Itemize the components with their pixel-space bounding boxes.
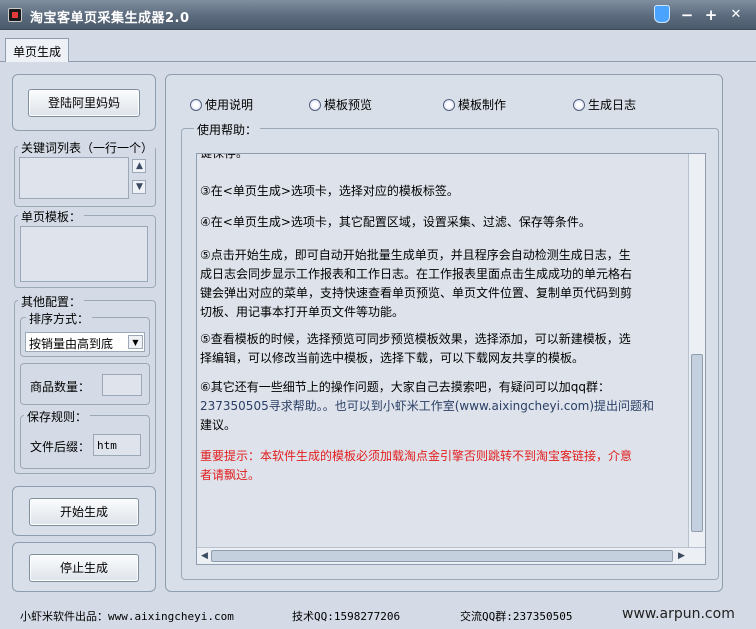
template-group: 单页模板：: [14, 208, 156, 288]
radio-dot-icon: [443, 98, 455, 111]
save-rule-legend: 保存规则：: [24, 408, 91, 425]
sort-selected-value: 按销量由高到底: [29, 337, 114, 351]
watermark-text: www.arpun.com: [622, 606, 735, 622]
warning-line: 重要提示：本软件生成的模板必须加载淘点金引擎否则跳转不到淘宝客链接，介意: [200, 449, 633, 463]
help-line: 择编辑，可以修改当前选中模板，选择下载，可以下载网友共享的模板。: [200, 351, 585, 365]
arrow-up-icon: ▲: [136, 161, 143, 171]
help-line: ⑤查看模板的时候，选择预览可同步预览模板效果，选择添加，可以新建模板，选: [200, 332, 631, 346]
help-legend: 使用帮助：: [194, 121, 261, 138]
help-line: 键会弹出对应的菜单，支持快速查看单页预览、单页文件位置、复制单页代码到剪: [200, 286, 633, 300]
title-bar: 淘宝客单页采集生成器2.0 − + ✕: [0, 0, 756, 30]
help-horizontal-scrollbar[interactable]: ◀ ▶: [197, 547, 705, 564]
quantity-group: 商品数量：: [20, 363, 150, 405]
help-line: 237350505寻求帮助。。也可以到小虾米工作室(www.aixingchey…: [200, 399, 655, 413]
suffix-label: 文件后缀：: [30, 440, 91, 454]
radio-dot-icon: [309, 98, 321, 111]
help-horizontal-thumb[interactable]: [211, 550, 673, 562]
radio-usage-label: 使用说明: [205, 98, 254, 112]
help-line: ⑤点击开始生成，即可自动开始批量生成单页，并且程序会自动检测生成日志，生: [200, 248, 631, 262]
sort-legend: 排序方式：: [26, 310, 93, 327]
help-line: ③在<单页生成>选项卡，选择对应的模板标签。: [200, 184, 459, 198]
template-list[interactable]: [20, 226, 148, 282]
arrow-right-icon[interactable]: ▶: [675, 550, 688, 563]
quantity-label: 商品数量：: [30, 380, 91, 394]
stop-generate-button[interactable]: 停止生成: [29, 554, 139, 582]
close-button[interactable]: ✕: [727, 7, 745, 23]
keyword-list-input[interactable]: [19, 157, 129, 199]
maximize-button[interactable]: +: [702, 7, 720, 23]
minimize-button[interactable]: −: [678, 7, 696, 23]
help-line: 切板、用记事本打开单页文件等功能。: [200, 305, 405, 319]
start-generate-button[interactable]: 开始生成: [29, 498, 139, 526]
vendor-text: 小虾米软件出品：www.aixingcheyi.com: [20, 610, 234, 623]
window-title: 淘宝客单页采集生成器2.0: [30, 11, 190, 26]
template-legend: 单页模板：: [18, 208, 85, 225]
help-line: 成日志会同步显示工作报表和工作日志。在工作报表里面点击生成成功的单元格右: [200, 267, 633, 281]
radio-template-make[interactable]: 模板制作: [443, 96, 506, 113]
status-bar: 小虾米软件出品：www.aixingcheyi.com 技术QQ:1598277…: [0, 600, 756, 629]
radio-template-preview-label: 模板预览: [324, 98, 373, 112]
arrow-down-icon: ▼: [136, 182, 143, 192]
radio-generate-log[interactable]: 生成日志: [573, 96, 636, 113]
radio-template-preview[interactable]: 模板预览: [309, 96, 372, 113]
keyword-legend: 关键词列表（一行一个）: [18, 139, 155, 156]
quantity-input[interactable]: [102, 374, 142, 396]
app-icon: [8, 8, 22, 22]
keyword-scroll-up[interactable]: ▲: [132, 159, 146, 173]
arrow-left-icon[interactable]: ◀: [198, 550, 211, 563]
keyword-scroll-down[interactable]: ▼: [132, 180, 146, 194]
login-alimama-button[interactable]: 登陆阿里妈妈: [28, 89, 140, 117]
help-vertical-thumb[interactable]: [691, 354, 703, 532]
help-line: 建议。: [200, 418, 237, 432]
radio-usage[interactable]: 使用说明: [190, 96, 253, 113]
start-panel: 开始生成: [12, 486, 156, 536]
radio-dot-icon: [190, 98, 202, 111]
help-line: 键保存。: [200, 154, 689, 163]
tab-single-page[interactable]: 单页生成: [5, 38, 70, 62]
radio-generate-log-label: 生成日志: [588, 98, 637, 112]
other-config-legend: 其他配置：: [18, 293, 85, 310]
qq-group-text: 交流QQ群:237350505: [460, 610, 573, 623]
chevron-down-icon[interactable]: ▼: [128, 335, 143, 349]
help-vertical-scrollbar[interactable]: [688, 154, 705, 549]
help-line: ④在<单页生成>选项卡，其它配置区域，设置采集、过滤、保存等条件。: [200, 215, 591, 229]
help-textbox[interactable]: 键保存。 ③在<单页生成>选项卡，选择对应的模板标签。 ④在<单页生成>选项卡，…: [196, 153, 706, 565]
help-line: ⑥其它还有一些细节上的操作问题，大家自己去摸索吧，有疑问可以加qq群：: [200, 380, 610, 394]
tech-qq-text: 技术QQ:1598277206: [292, 610, 401, 623]
keyword-group: 关键词列表（一行一个） ▲ ▼: [14, 139, 156, 207]
sort-group: 排序方式： 按销量由高到底 ▼: [20, 310, 150, 357]
stop-panel: 停止生成: [12, 542, 156, 592]
radio-template-make-label: 模板制作: [458, 98, 507, 112]
login-panel: 登陆阿里妈妈: [12, 74, 156, 131]
warning-line: 者请飘过。: [200, 468, 261, 482]
help-text-area: 键保存。 ③在<单页生成>选项卡，选择对应的模板标签。 ④在<单页生成>选项卡，…: [197, 154, 689, 549]
save-rule-group: 保存规则： 文件后缀： htm: [20, 408, 150, 469]
suffix-input[interactable]: htm: [93, 434, 141, 456]
radio-dot-icon: [573, 98, 585, 111]
other-config-group: 其他配置： 排序方式： 按销量由高到底 ▼ 商品数量： 保存规则： 文件后缀： …: [14, 293, 156, 474]
sort-select[interactable]: 按销量由高到底 ▼: [25, 332, 145, 352]
tab-strip: 单页生成: [0, 30, 756, 62]
skin-icon[interactable]: [654, 5, 670, 23]
